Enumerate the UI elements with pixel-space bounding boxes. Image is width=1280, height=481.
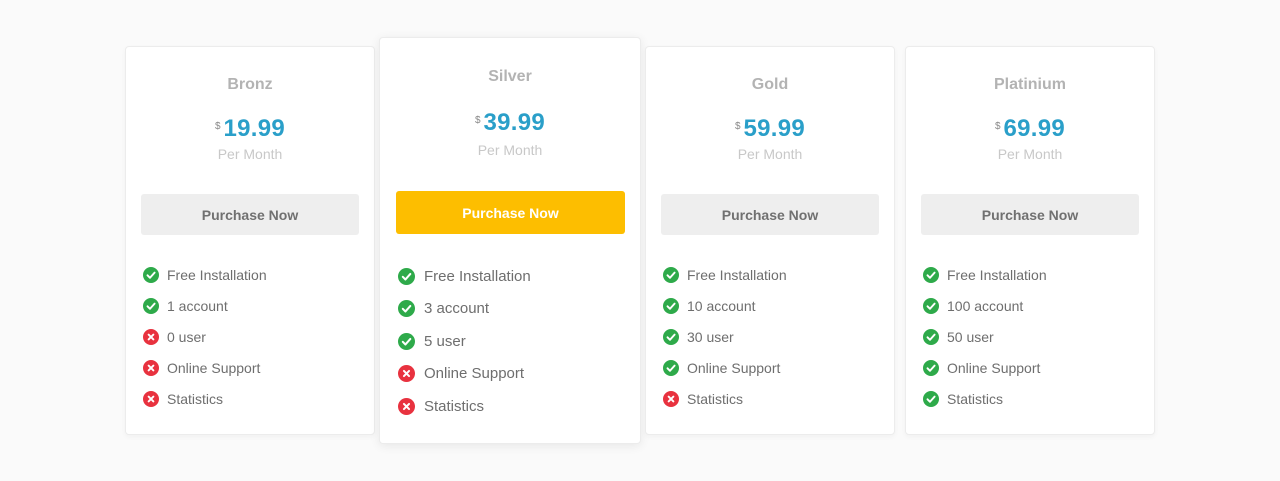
feature-item: Statistics: [663, 383, 787, 414]
purchase-now-button[interactable]: Purchase Now: [141, 194, 359, 235]
purchase-now-button[interactable]: Purchase Now: [661, 194, 879, 235]
feature-item: Free Installation: [398, 260, 531, 293]
check-icon: [663, 297, 679, 314]
feature-item: Online Support: [663, 352, 787, 383]
plan-price: $59.99: [646, 115, 894, 143]
pricing-card-silver: Silver $39.99 Per Month Purchase Now Fre…: [379, 37, 641, 444]
feature-list: Free Installation 3 account 5 user Onlin…: [398, 260, 531, 423]
check-icon: [398, 332, 415, 350]
feature-label: 0 user: [167, 328, 206, 345]
plan-price: $39.99: [380, 109, 640, 137]
feature-item: 10 account: [663, 290, 787, 321]
check-icon: [398, 267, 415, 285]
feature-item: Online Support: [923, 352, 1047, 383]
feature-label: 5 user: [424, 332, 466, 350]
feature-label: Free Installation: [687, 266, 787, 283]
cross-icon: [143, 390, 159, 407]
plan-price: $19.99: [126, 115, 374, 143]
feature-label: 3 account: [424, 300, 490, 318]
feature-item: 3 account: [398, 293, 531, 326]
feature-label: Online Support: [424, 365, 525, 383]
cross-icon: [143, 328, 159, 345]
price-amount: 69.99: [1003, 115, 1066, 142]
pricing-card-bronz: Bronz $19.99 Per Month Purchase Now Free…: [125, 46, 375, 435]
feature-label: Statistics: [424, 397, 485, 415]
check-icon: [663, 328, 679, 345]
feature-label: 10 account: [687, 297, 756, 314]
feature-list: Free Installation 1 account 0 user Onlin…: [143, 259, 267, 414]
purchase-now-button[interactable]: Purchase Now: [396, 191, 625, 234]
feature-item: Statistics: [398, 390, 531, 423]
cross-icon: [398, 365, 415, 383]
feature-item: 50 user: [923, 321, 1047, 352]
price-amount: 19.99: [223, 115, 286, 142]
feature-label: 30 user: [687, 328, 734, 345]
feature-label: Free Installation: [424, 267, 531, 285]
currency-symbol: $: [994, 121, 1001, 132]
feature-item: Online Support: [143, 352, 267, 383]
check-icon: [663, 359, 679, 376]
feature-label: Online Support: [947, 359, 1041, 376]
feature-label: Free Installation: [167, 266, 267, 283]
price-amount: 39.99: [483, 109, 546, 136]
feature-label: Statistics: [687, 390, 744, 407]
check-icon: [143, 266, 159, 283]
feature-label: Online Support: [167, 359, 261, 376]
price-period: Per Month: [477, 142, 543, 158]
feature-item: 5 user: [398, 325, 531, 358]
plan-name: Gold: [751, 76, 789, 93]
check-icon: [663, 266, 679, 283]
feature-item: Online Support: [398, 358, 531, 391]
feature-label: Free Installation: [947, 266, 1047, 283]
feature-item: Free Installation: [663, 259, 787, 290]
plan-name: Silver: [488, 68, 532, 85]
pricing-card-gold: Gold $59.99 Per Month Purchase Now Free …: [645, 46, 895, 435]
plan-name: Bronz: [227, 76, 273, 93]
check-icon: [923, 266, 939, 283]
currency-symbol: $: [214, 121, 221, 132]
cross-icon: [143, 359, 159, 376]
currency-symbol: $: [474, 115, 481, 126]
feature-label: Statistics: [947, 390, 1004, 407]
feature-list: Free Installation 100 account 50 user On…: [923, 259, 1047, 414]
feature-item: 0 user: [143, 321, 267, 352]
feature-label: 100 account: [947, 297, 1024, 314]
check-icon: [143, 297, 159, 314]
check-icon: [398, 300, 415, 318]
purchase-now-button[interactable]: Purchase Now: [921, 194, 1139, 235]
feature-label: 1 account: [167, 297, 228, 314]
check-icon: [923, 297, 939, 314]
feature-label: 50 user: [947, 328, 994, 345]
feature-label: Online Support: [687, 359, 781, 376]
feature-item: Statistics: [923, 383, 1047, 414]
price-period: Per Month: [997, 146, 1063, 162]
currency-symbol: $: [734, 121, 741, 132]
check-icon: [923, 390, 939, 407]
feature-item: Statistics: [143, 383, 267, 414]
pricing-card-platinium: Platinium $69.99 Per Month Purchase Now …: [905, 46, 1155, 435]
price-amount: 59.99: [743, 115, 806, 142]
plan-price: $69.99: [906, 115, 1154, 143]
cross-icon: [663, 390, 679, 407]
price-period: Per Month: [217, 146, 283, 162]
check-icon: [923, 328, 939, 345]
feature-item: 1 account: [143, 290, 267, 321]
cross-icon: [398, 397, 415, 415]
feature-item: 30 user: [663, 321, 787, 352]
feature-item: Free Installation: [923, 259, 1047, 290]
plan-name: Platinium: [993, 76, 1066, 93]
feature-item: Free Installation: [143, 259, 267, 290]
feature-list: Free Installation 10 account 30 user Onl…: [663, 259, 787, 414]
check-icon: [923, 359, 939, 376]
feature-label: Statistics: [167, 390, 224, 407]
feature-item: 100 account: [923, 290, 1047, 321]
price-period: Per Month: [737, 146, 803, 162]
